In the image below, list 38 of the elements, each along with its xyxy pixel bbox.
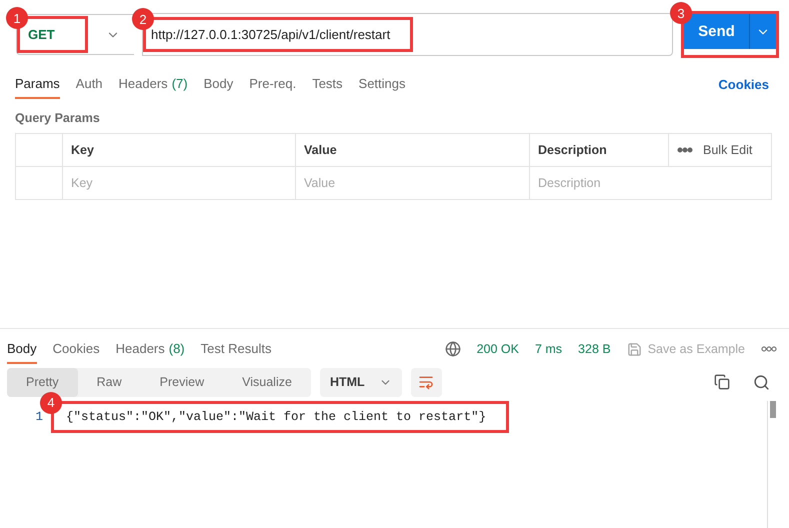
globe-icon	[444, 341, 461, 357]
response-size: 328 B	[578, 342, 611, 356]
column-header: Description	[530, 134, 669, 167]
format-dropdown[interactable]: HTML	[320, 368, 402, 396]
wrap-icon[interactable]	[410, 368, 442, 396]
more-icon[interactable]	[677, 147, 693, 153]
view-mode-tab[interactable]: Pretty	[7, 368, 78, 396]
request-tab[interactable]: Headers (7)	[118, 70, 188, 99]
request-tab[interactable]: Body	[204, 70, 234, 99]
response-tab[interactable]: Headers (8)	[116, 334, 185, 364]
response-tab[interactable]: Body	[7, 334, 37, 364]
response-tab[interactable]: Test Results	[200, 334, 272, 364]
request-tab[interactable]: Tests	[312, 70, 343, 99]
response-tab[interactable]: Cookies	[52, 334, 100, 364]
request-tab[interactable]: Params	[15, 70, 60, 99]
view-mode-tab[interactable]: Visualize	[223, 368, 311, 396]
status-code: 200 OK	[476, 342, 519, 356]
method-label: GET	[27, 26, 56, 44]
scrollbar-thumb[interactable]	[770, 400, 776, 418]
send-button[interactable]: Send	[684, 14, 750, 49]
response-time: 7 ms	[534, 342, 562, 356]
request-tab[interactable]: Pre-req.	[249, 70, 296, 99]
step-badge: 3	[670, 2, 692, 24]
bulk-edit-link[interactable]: Bulk Edit	[703, 143, 752, 157]
more-icon[interactable]	[761, 346, 777, 352]
request-tab[interactable]: Settings	[358, 70, 406, 99]
section-title: Query Params	[14, 110, 101, 127]
code-line: {"status":"OK","value":"Wait for the client to restart"}	[65, 408, 488, 426]
request-tab[interactable]: Auth	[76, 70, 103, 99]
view-mode-tab[interactable]: Raw	[78, 368, 141, 396]
view-mode-tab[interactable]: Preview	[140, 368, 224, 396]
save-icon	[626, 342, 642, 356]
step-badge: 1	[6, 7, 28, 29]
step-badge: 2	[132, 8, 154, 30]
line-number: 1	[34, 410, 43, 424]
column-header: Key	[63, 134, 296, 167]
column-header: Value	[296, 134, 530, 167]
cookies-link[interactable]: Cookies	[718, 77, 769, 92]
